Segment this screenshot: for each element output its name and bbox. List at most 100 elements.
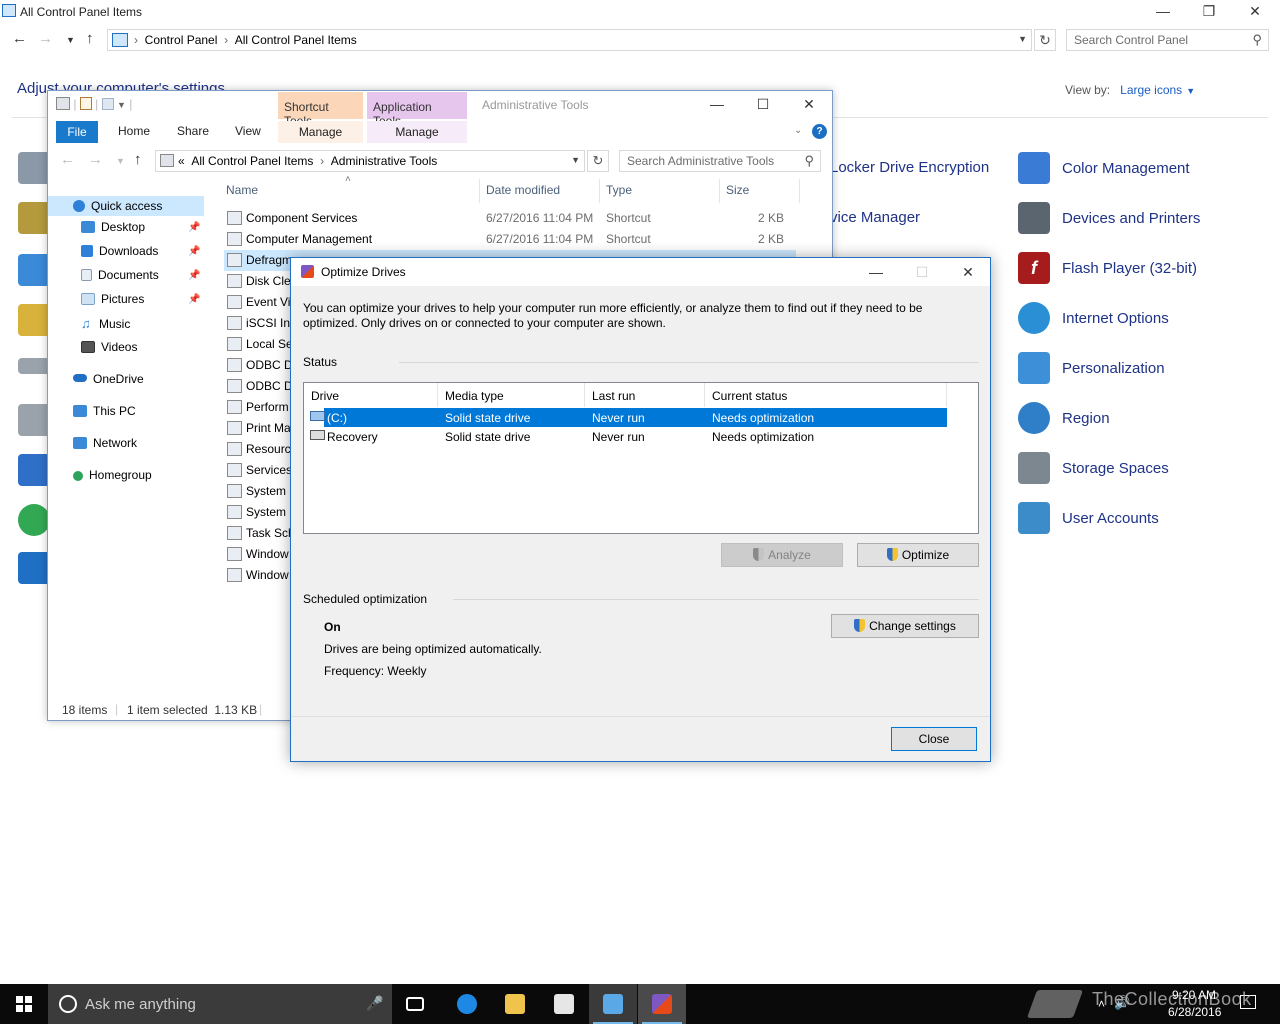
- view-by-dropdown[interactable]: Large icons: [1120, 83, 1182, 97]
- cp-item-storage-spaces[interactable]: Storage Spaces: [1018, 452, 1268, 486]
- explorer-refresh-button[interactable]: ↻: [587, 150, 609, 172]
- column-divider[interactable]: [479, 179, 480, 203]
- cp-item-personalization[interactable]: Personalization: [1018, 352, 1268, 386]
- microphone-icon[interactable]: 🎤: [366, 995, 383, 1012]
- new-folder-icon[interactable]: [101, 98, 114, 110]
- column-drive[interactable]: Drive: [304, 383, 438, 407]
- admin-tools-icon[interactable]: [18, 152, 50, 184]
- taskbar-search-box[interactable]: Ask me anything 🎤: [48, 984, 392, 1024]
- analyze-button[interactable]: Analyze: [721, 543, 843, 567]
- address-dropdown-icon[interactable]: ▼: [1018, 34, 1027, 44]
- pin-icon[interactable]: 📌: [188, 246, 200, 257]
- ribbon-tab-home[interactable]: Home: [118, 124, 150, 138]
- optimize-button[interactable]: Optimize: [857, 543, 979, 567]
- clock-date[interactable]: 6/28/2016: [1168, 1005, 1221, 1019]
- nav-documents[interactable]: Documents 📌: [81, 268, 207, 288]
- column-size[interactable]: Size: [726, 183, 749, 197]
- nav-onedrive[interactable]: OneDrive: [73, 372, 207, 392]
- column-media-type[interactable]: Media type: [438, 383, 585, 407]
- nav-music[interactable]: ♫ Music: [81, 316, 207, 336]
- drive-list[interactable]: Drive Media type Last run Current status…: [303, 382, 979, 534]
- address-dropdown-icon[interactable]: ▼: [571, 155, 580, 165]
- help-icon[interactable]: ?: [812, 124, 827, 139]
- nav-videos[interactable]: Videos: [81, 340, 207, 360]
- ribbon-tab-share[interactable]: Share: [177, 124, 209, 138]
- ribbon-tab-view[interactable]: View: [235, 124, 261, 138]
- qat-dropdown-icon[interactable]: ▼: [117, 100, 126, 110]
- minimize-button[interactable]: —: [1140, 0, 1186, 24]
- cp-item-region[interactable]: Region: [1018, 402, 1268, 436]
- windows-defender-icon[interactable]: [18, 552, 50, 584]
- taskbar-store[interactable]: [540, 984, 588, 1024]
- nav-downloads[interactable]: Downloads 📌: [81, 244, 207, 264]
- forward-arrow-icon[interactable]: →: [38, 30, 53, 47]
- cp-item-internet-options[interactable]: Internet Options: [1018, 302, 1268, 336]
- column-current-status[interactable]: Current status: [705, 383, 947, 407]
- pin-icon[interactable]: 📌: [188, 222, 200, 233]
- up-arrow-icon[interactable]: ↑: [134, 151, 142, 168]
- remoteapp-icon[interactable]: [18, 454, 50, 486]
- column-last-run[interactable]: Last run: [585, 383, 705, 407]
- restore-button[interactable]: ❐: [1186, 0, 1232, 24]
- explorer-maximize-button[interactable]: ☐: [740, 93, 786, 117]
- column-divider[interactable]: [799, 179, 800, 203]
- nav-desktop[interactable]: Desktop 📌: [81, 220, 207, 240]
- up-arrow-icon[interactable]: ↑: [86, 30, 94, 47]
- cp-item-flash-player[interactable]: f Flash Player (32-bit): [1018, 252, 1268, 286]
- ribbon-tab-manage-application[interactable]: Manage: [367, 121, 467, 143]
- breadcrumb-all-items[interactable]: All Control Panel Items: [235, 33, 357, 47]
- file-row[interactable]: Component Services 6/27/2016 11:04 PM Shor…: [224, 208, 796, 229]
- drive-row[interactable]: (C:) Solid state drive Never run Needs o…: [310, 408, 947, 427]
- search-input[interactable]: Search Control Panel ⚲: [1066, 29, 1269, 51]
- close-button[interactable]: Close: [891, 727, 977, 751]
- sync-center-icon[interactable]: [18, 504, 50, 536]
- expand-ribbon-icon[interactable]: ⌄: [794, 125, 802, 136]
- taskbar-edge[interactable]: [443, 984, 491, 1024]
- pin-icon[interactable]: 📌: [188, 270, 200, 281]
- column-divider[interactable]: [599, 179, 600, 203]
- nav-quick-access[interactable]: Quick access: [48, 196, 204, 216]
- keyboard-icon[interactable]: [18, 358, 50, 374]
- application-tools-tab[interactable]: Application Tools: [367, 92, 467, 128]
- close-button[interactable]: ✕: [1232, 0, 1278, 24]
- back-arrow-icon[interactable]: ←: [12, 30, 27, 47]
- cp-item-color-management[interactable]: Color Management: [1018, 152, 1268, 186]
- phone-modem-icon[interactable]: [18, 404, 50, 436]
- recent-locations-chevron-icon[interactable]: ▼: [116, 156, 125, 166]
- fonts-icon[interactable]: [18, 304, 50, 336]
- nav-this-pc[interactable]: This PC: [73, 404, 207, 424]
- column-type[interactable]: Type: [606, 183, 632, 197]
- bitlocker-item[interactable]: Locker Drive Encryption: [830, 159, 989, 176]
- task-view-button[interactable]: [392, 984, 440, 1024]
- forward-arrow-icon[interactable]: →: [88, 151, 103, 168]
- change-settings-button[interactable]: Change settings: [831, 614, 979, 638]
- shortcut-tools-tab[interactable]: Shortcut Tools: [278, 92, 363, 128]
- address-bar[interactable]: › Control Panel › All Control Panel Item…: [107, 29, 1032, 51]
- recent-locations-chevron-icon[interactable]: ▼: [66, 35, 75, 45]
- device-manager-item[interactable]: vice Manager: [830, 209, 920, 226]
- dialog-minimize-button[interactable]: —: [853, 260, 899, 284]
- explorer-minimize-button[interactable]: —: [694, 93, 740, 117]
- explorer-close-button[interactable]: ✕: [786, 93, 832, 117]
- back-arrow-icon[interactable]: ←: [60, 151, 75, 168]
- nav-network[interactable]: Network: [73, 436, 207, 456]
- ribbon-tab-file[interactable]: File: [56, 121, 98, 143]
- cp-item-user-accounts[interactable]: User Accounts: [1018, 502, 1268, 536]
- column-divider[interactable]: [719, 179, 720, 203]
- pin-icon[interactable]: 📌: [188, 294, 200, 305]
- breadcrumb-admin-tools[interactable]: Administrative Tools: [331, 154, 438, 168]
- breadcrumb-control-panel[interactable]: Control Panel: [145, 33, 218, 47]
- properties-icon[interactable]: [79, 97, 92, 110]
- taskbar-file-explorer[interactable]: [491, 984, 539, 1024]
- clock-time[interactable]: 9:20 AM: [1172, 988, 1216, 1002]
- explorer-search-input[interactable]: Search Administrative Tools ⚲: [619, 150, 821, 172]
- nav-homegroup[interactable]: Homegroup: [73, 468, 207, 488]
- nav-pictures[interactable]: Pictures 📌: [81, 292, 207, 312]
- refresh-button[interactable]: ↻: [1034, 29, 1056, 51]
- ribbon-tab-manage-shortcut[interactable]: Manage: [278, 121, 363, 143]
- display-icon[interactable]: [18, 254, 50, 286]
- explorer-address-bar[interactable]: « All Control Panel Items › Administrati…: [155, 150, 585, 172]
- cp-item-devices-printers[interactable]: Devices and Printers: [1018, 202, 1268, 236]
- backup-icon[interactable]: [18, 202, 50, 234]
- breadcrumb-all-items[interactable]: All Control Panel Items: [191, 154, 313, 168]
